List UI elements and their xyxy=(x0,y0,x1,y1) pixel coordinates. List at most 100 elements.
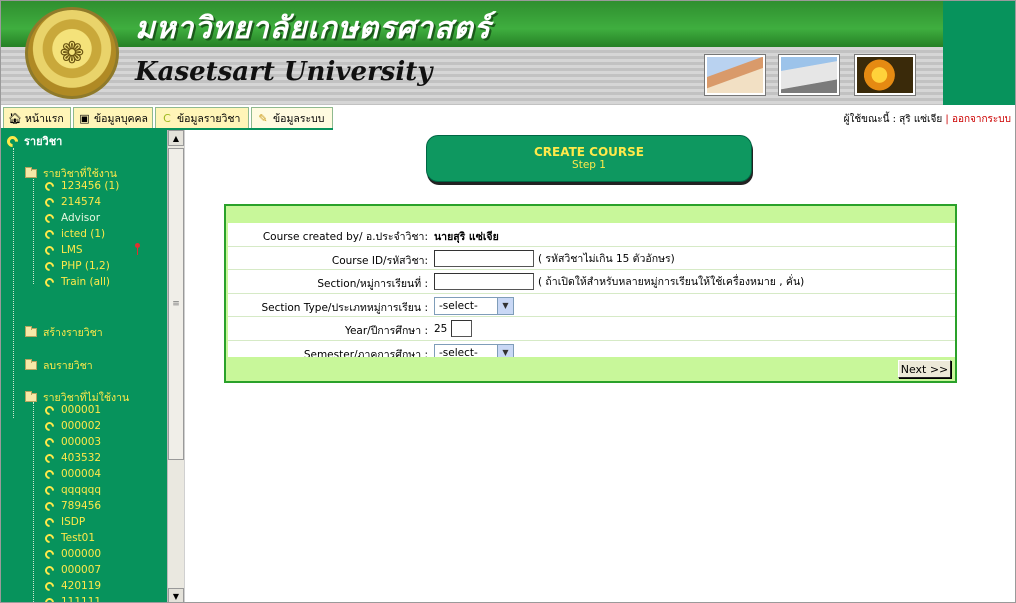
course-c-icon xyxy=(43,227,56,241)
folder-icon xyxy=(25,359,37,370)
english-university-title: Kasetsart University xyxy=(135,57,433,87)
course-item-label: 214574 xyxy=(61,196,102,208)
list-item[interactable]: 123456 (1) xyxy=(43,179,120,193)
course-id-input[interactable] xyxy=(434,249,534,267)
course-id-label: Course ID/รหัสวิชา: xyxy=(331,254,428,267)
folder-create-course[interactable]: สร้างรายวิชา xyxy=(25,324,103,341)
campus-photo-2 xyxy=(779,55,839,95)
scroll-thumb[interactable]: ≡ xyxy=(168,148,184,460)
list-item[interactable]: 000002 xyxy=(43,419,102,433)
course-item-label: qqqqqq xyxy=(61,484,101,496)
form-row-course-id: Course ID/รหัสวิชา: ( รหัสวิชาไม่เกิน 15… xyxy=(228,247,955,270)
course-c-icon xyxy=(43,579,56,593)
course-item-label: 000004 xyxy=(61,468,102,480)
scroll-down-button[interactable]: ▼ xyxy=(168,588,184,602)
tab-course-info[interactable]: C ข้อมูลรายวิชา xyxy=(155,107,249,128)
grip-icon: ≡ xyxy=(172,299,180,309)
course-id-group: ( รหัสวิชาไม่เกิน 15 ตัวอักษร) xyxy=(434,249,675,267)
course-c-icon xyxy=(43,435,56,449)
course-item-label: 789456 xyxy=(61,500,102,512)
form-row-section-type: Section Type/ประเภทหมู่การเรียน : -selec… xyxy=(228,294,955,317)
list-item[interactable]: 000000 xyxy=(43,547,101,561)
tab-person-info[interactable]: ▣ ข้อมูลบุคคล xyxy=(73,107,153,128)
university-seal-logo: ❁ xyxy=(25,7,119,99)
tab-system-label: ข้อมูลระบบ xyxy=(273,112,325,125)
course-c-icon xyxy=(43,195,56,209)
list-item[interactable]: qqqqqq xyxy=(43,483,101,497)
list-item[interactable]: 403532 xyxy=(43,451,102,465)
course-c-icon xyxy=(43,531,56,545)
list-item[interactable]: 000007 xyxy=(43,563,102,577)
folder-icon xyxy=(25,167,37,178)
tab-system-info[interactable]: ✎ ข้อมูลระบบ xyxy=(251,107,333,128)
course-id-hint: ( รหัสวิชาไม่เกิน 15 ตัวอักษร) xyxy=(538,252,675,265)
list-item[interactable]: PHP (1,2) xyxy=(43,259,110,273)
list-item[interactable]: Train (all) xyxy=(43,275,110,289)
created-by-label: Course created by/ อ.ประจำวิชา: xyxy=(262,231,428,243)
course-item-label: 000001 xyxy=(61,404,102,416)
course-c-icon xyxy=(43,499,56,513)
course-c-icon xyxy=(43,547,56,561)
folder-delete-course[interactable]: ลบรายวิชา xyxy=(25,357,93,374)
course-c-icon xyxy=(43,595,56,602)
tree-root-label: รายวิชา xyxy=(24,135,63,148)
user-separator: | xyxy=(945,114,949,125)
course-item-label: Train (all) xyxy=(61,276,110,288)
section-type-select[interactable]: -select- ▼ xyxy=(434,296,514,315)
tree-connector xyxy=(33,176,34,284)
banner-step: Step 1 xyxy=(572,159,606,171)
scroll-up-button[interactable]: ▲ xyxy=(168,130,184,146)
course-c-icon xyxy=(43,483,56,497)
list-item[interactable]: Advisor xyxy=(43,211,101,225)
course-c-icon xyxy=(43,419,56,433)
course-item-label: 000007 xyxy=(61,564,102,576)
section-type-group: -select- ▼ xyxy=(434,296,514,315)
campus-photo-1 xyxy=(705,55,765,95)
list-item[interactable]: 214574 xyxy=(43,195,102,209)
next-button[interactable]: Next >> xyxy=(898,360,951,378)
person-icon: ▣ xyxy=(79,111,90,125)
tab-person-label: ข้อมูลบุคคล xyxy=(94,112,148,125)
tab-home-label: หน้าแรก xyxy=(25,112,64,125)
chevron-down-icon: ▼ xyxy=(172,591,180,601)
create-course-banner: CREATE COURSE Step 1 xyxy=(426,135,752,182)
course-c-icon xyxy=(43,211,56,225)
tree-root-courses[interactable]: รายวิชา xyxy=(4,132,63,150)
course-item-label: Advisor xyxy=(61,212,101,224)
year-prefix: 25 xyxy=(434,322,448,335)
app-window: ❁ มหาวิทยาลัยเกษตรศาสตร์ Kasetsart Unive… xyxy=(0,0,1016,603)
tree-connector xyxy=(33,402,34,602)
list-item[interactable]: 000004 xyxy=(43,467,102,481)
home-icon: 🏠︎ xyxy=(8,111,22,125)
course-c-icon xyxy=(43,403,56,417)
list-item[interactable]: Test01 xyxy=(43,531,95,545)
list-item[interactable]: 789456 xyxy=(43,499,102,513)
form-footer-bar: Next >> xyxy=(226,357,955,381)
course-item-label: 123456 (1) xyxy=(61,180,120,192)
course-c-icon xyxy=(43,243,56,257)
list-item[interactable]: icted (1) xyxy=(43,227,105,241)
course-item-label: PHP (1,2) xyxy=(61,260,110,272)
list-item[interactable]: 111111 xyxy=(43,595,101,602)
list-item[interactable]: 000001 xyxy=(43,403,102,417)
thai-university-title: มหาวิทยาลัยเกษตรศาสตร์ xyxy=(135,11,491,46)
form-header-bar xyxy=(226,206,955,223)
logout-link[interactable]: ออกจากระบบ xyxy=(952,114,1011,125)
list-item[interactable]: LMS xyxy=(43,243,83,257)
section-type-selected: -select- xyxy=(439,299,478,312)
chevron-up-icon: ▲ xyxy=(172,133,180,143)
campus-photo-3 xyxy=(855,55,915,95)
tab-home[interactable]: 🏠︎ หน้าแรก xyxy=(3,107,71,128)
list-item[interactable]: 420119 xyxy=(43,579,101,593)
course-item-label: 000002 xyxy=(61,420,102,432)
course-item-label: LMS xyxy=(61,244,83,256)
current-user-text: ผู้ใช้ขณะนี้ : สุริ แซ่เจีย xyxy=(843,114,943,125)
course-item-label: 403532 xyxy=(61,452,102,464)
sidebar-scrollbar[interactable]: ▲ ≡ ▼ xyxy=(167,130,184,602)
year-input[interactable] xyxy=(451,320,473,337)
list-item[interactable]: ISDP xyxy=(43,515,85,529)
list-item[interactable]: 000003 xyxy=(43,435,101,449)
form-row-section: Section/หมู่การเรียนที่ : ( ถ้าเปิดให้สำ… xyxy=(228,270,955,294)
created-by-value: นายสุริ แซ่เจีย xyxy=(434,231,499,243)
section-input[interactable] xyxy=(434,273,534,290)
